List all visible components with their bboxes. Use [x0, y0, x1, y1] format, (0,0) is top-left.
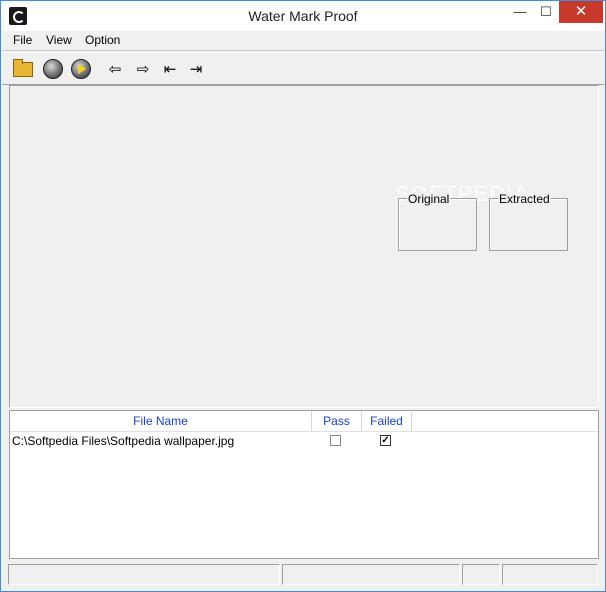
- maximize-button[interactable]: ☐: [533, 1, 559, 23]
- arrow-left-icon: ⇦: [108, 61, 122, 78]
- embed-button[interactable]: [42, 58, 64, 80]
- play-disc-icon: [71, 59, 91, 79]
- list-header: File Name Pass Failed: [10, 411, 598, 432]
- status-pane-3: [462, 564, 500, 585]
- status-pane-4: [502, 564, 598, 585]
- close-button[interactable]: ✕: [559, 1, 603, 23]
- embed-disc-icon: [43, 59, 63, 79]
- menu-view[interactable]: View: [46, 33, 72, 47]
- main-window: Water Mark Proof — ☐ ✕ File View Option …: [0, 0, 606, 592]
- open-button[interactable]: [12, 58, 34, 80]
- file-name-cell: C:\Softpedia Files\Softpedia wallpaper.j…: [12, 434, 235, 448]
- arrow-last-icon: ⇥: [189, 61, 203, 78]
- pass-checkbox[interactable]: [330, 435, 341, 446]
- status-pane-2: [282, 564, 460, 585]
- status-bar: [2, 562, 604, 588]
- arrow-right-icon: ⇨: [136, 61, 150, 78]
- title-bar[interactable]: Water Mark Proof — ☐ ✕: [1, 1, 605, 31]
- toolbar: ⇦ ⇨ ⇤ ⇥: [2, 52, 604, 85]
- column-header-file-name[interactable]: File Name: [10, 411, 312, 431]
- first-button[interactable]: ⇤: [159, 58, 181, 80]
- failed-checkbox[interactable]: ✓: [380, 435, 391, 446]
- menu-bar: File View Option: [2, 31, 604, 51]
- extracted-label: Extracted: [498, 192, 551, 206]
- play-button[interactable]: [70, 58, 92, 80]
- column-header-failed[interactable]: Failed: [362, 411, 412, 431]
- menu-file[interactable]: File: [13, 33, 32, 47]
- last-button[interactable]: ⇥: [185, 58, 207, 80]
- checkmark-icon: ✓: [381, 435, 390, 446]
- original-preview-box: Original: [398, 192, 477, 251]
- previous-button[interactable]: ⇦: [104, 58, 126, 80]
- list-item[interactable]: C:\Softpedia Files\Softpedia wallpaper.j…: [10, 432, 598, 450]
- original-label: Original: [407, 192, 451, 206]
- file-list[interactable]: File Name Pass Failed C:\Softpedia Files…: [9, 410, 599, 559]
- open-folder-icon: [13, 58, 33, 77]
- extracted-preview-box: Extracted: [489, 192, 568, 251]
- status-pane-1: [8, 564, 280, 585]
- menu-option[interactable]: Option: [85, 33, 120, 47]
- column-header-pass[interactable]: Pass: [312, 411, 362, 431]
- minimize-button[interactable]: —: [507, 1, 533, 23]
- next-button[interactable]: ⇨: [132, 58, 154, 80]
- arrow-first-icon: ⇤: [163, 61, 177, 78]
